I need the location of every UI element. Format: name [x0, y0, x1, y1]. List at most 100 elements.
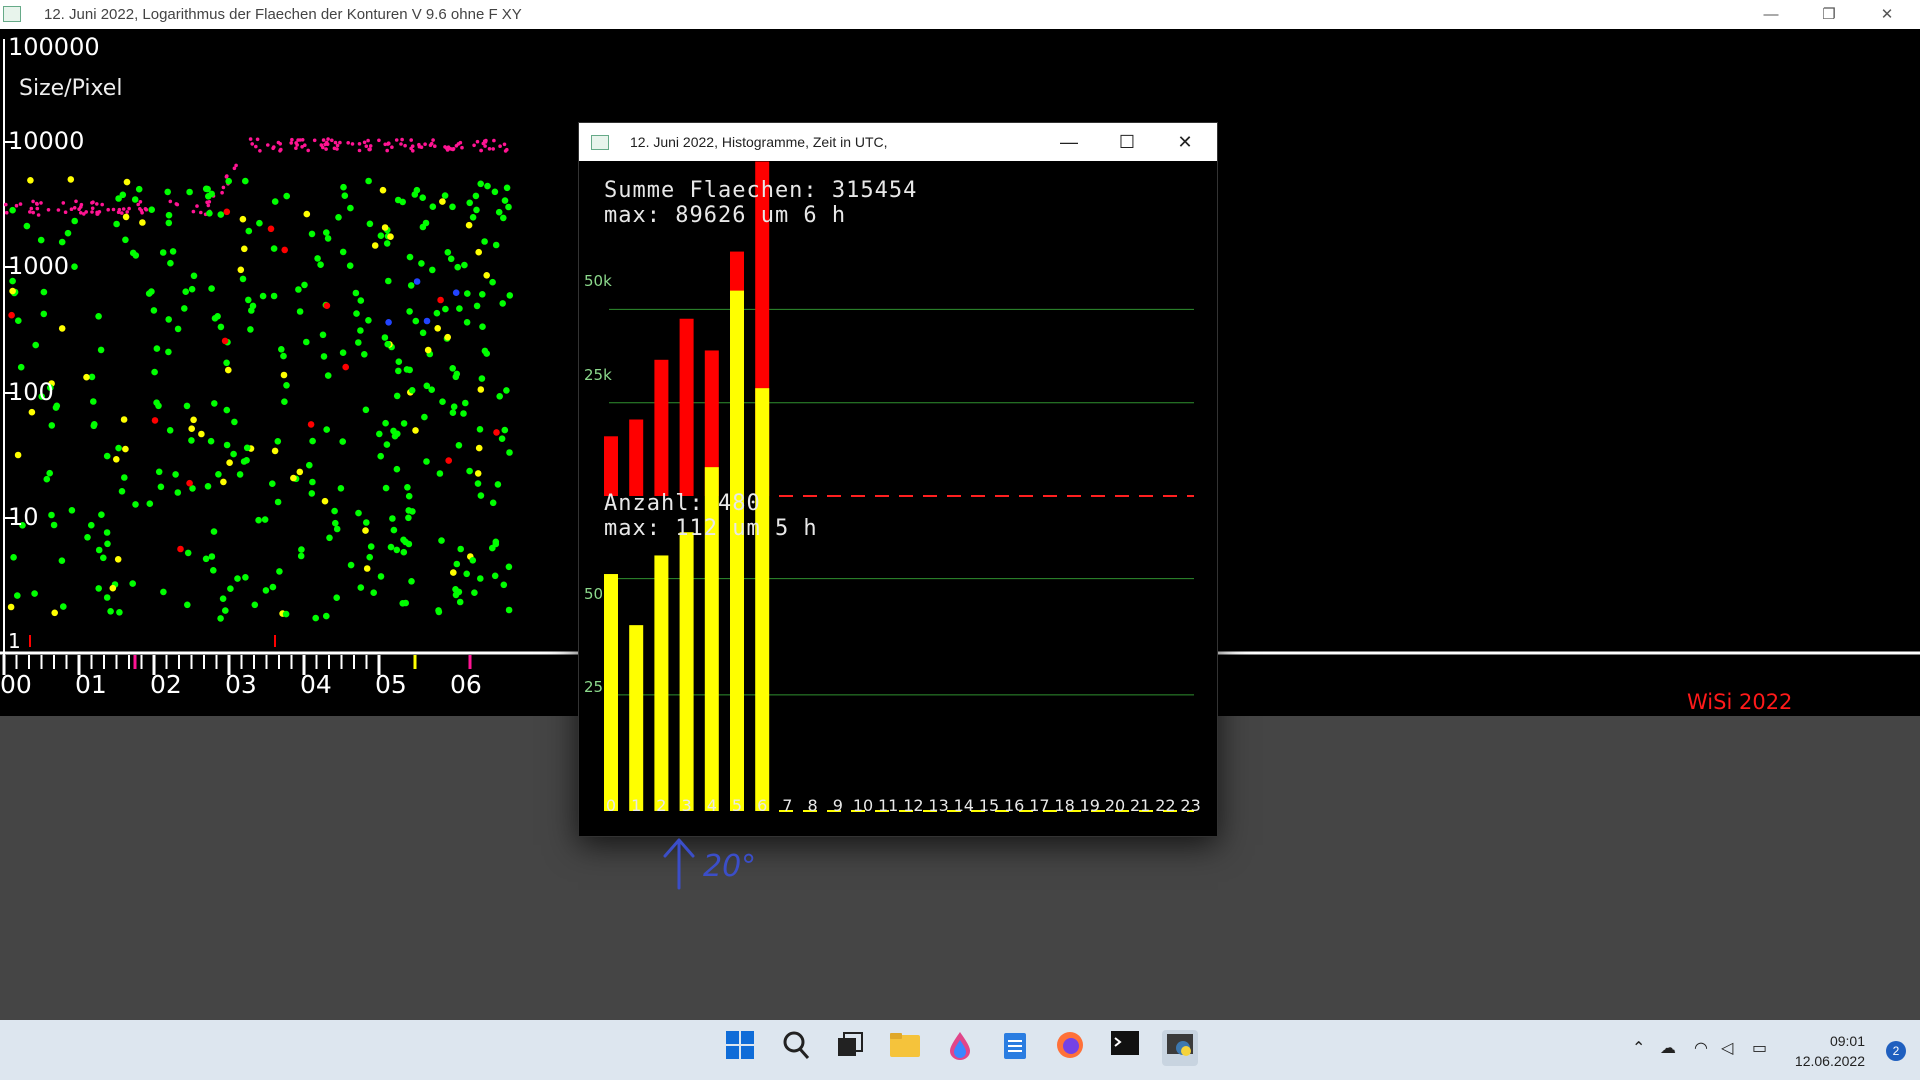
wifi-icon[interactable]: ◠ [1694, 1038, 1708, 1057]
scatter-point [501, 426, 509, 434]
scatter-point [37, 236, 45, 244]
scatter-point [456, 598, 464, 606]
file-explorer-icon[interactable] [887, 1030, 923, 1066]
scatter-point [433, 309, 441, 317]
area-bar [654, 359, 669, 496]
scatter-point [195, 204, 199, 208]
scatter-point [7, 603, 15, 611]
scatter-point [139, 219, 146, 226]
hour-label: 16 [1004, 796, 1025, 815]
scatter-point [114, 556, 122, 563]
scatter-point [151, 368, 158, 376]
task-view-icon[interactable] [832, 1030, 868, 1066]
scatter-point [452, 586, 459, 593]
scatter-point [460, 145, 464, 150]
scatter-point [473, 206, 480, 214]
scatter-point [157, 483, 165, 491]
scatter-point [69, 207, 74, 211]
histogram-maximize-button[interactable]: ☐ [1098, 123, 1156, 161]
scatter-point [324, 147, 328, 151]
scatter-point [323, 612, 330, 620]
scatter-point [290, 137, 294, 142]
scatter-point [282, 610, 290, 618]
scatter-point [454, 144, 459, 148]
area-bar [629, 419, 644, 496]
hour-label: 3 [681, 796, 692, 815]
scatter-point [84, 210, 88, 214]
scatter-point [138, 207, 142, 211]
scatter-point [472, 192, 480, 200]
app-icon [3, 6, 21, 22]
scatter-point [403, 366, 411, 373]
restore-button[interactable]: ❐ [1806, 0, 1852, 29]
scatter-point [460, 410, 467, 417]
onedrive-icon[interactable]: ☁ [1660, 1038, 1676, 1057]
tray-overflow-icon[interactable]: ⌃ [1632, 1038, 1645, 1057]
scatter-point [399, 198, 407, 206]
volume-icon[interactable]: ◁ [1721, 1038, 1733, 1057]
scatter-point [242, 574, 249, 581]
scatter-point [361, 351, 368, 358]
battery-icon[interactable]: ▭ [1752, 1038, 1767, 1057]
scatter-point [444, 146, 449, 150]
terminal-icon[interactable] [1107, 1030, 1143, 1066]
scatter-point [4, 202, 8, 207]
scatter-point [165, 211, 173, 219]
scatter-point [144, 207, 149, 212]
histogram-minimize-button[interactable]: — [1040, 123, 1098, 161]
scatter-point [278, 142, 283, 146]
histogram-close-button[interactable]: ✕ [1156, 123, 1214, 161]
scatter-point [366, 553, 374, 561]
scatter-point [500, 214, 507, 222]
scatter-point [95, 546, 103, 554]
scatter-point [357, 148, 362, 153]
python-app-icon[interactable] [1162, 1030, 1198, 1066]
scatter-point [96, 212, 100, 216]
scatter-point [100, 202, 104, 207]
minimize-button[interactable]: — [1748, 0, 1794, 29]
scatter-point [340, 183, 347, 191]
paint-icon[interactable] [942, 1030, 978, 1066]
windows-start-icon[interactable] [722, 1030, 758, 1066]
grid-label-50: 50 [584, 585, 604, 603]
scatter-point [385, 277, 392, 285]
scatter-point [499, 300, 507, 307]
scatter-point [120, 416, 128, 423]
scatter-point [95, 585, 102, 592]
x-label-05: 05 [375, 670, 407, 699]
scatter-point [331, 507, 338, 515]
scatter-point [248, 137, 253, 141]
histogram-titlebar[interactable]: 12. Juni 2022, Histogramme, Zeit in UTC,… [579, 123, 1217, 161]
notification-badge[interactable]: 2 [1886, 1041, 1906, 1061]
hour-label: 12 [903, 796, 924, 815]
scatter-point [421, 413, 428, 421]
scatter-point [456, 305, 463, 312]
scatter-point [220, 190, 224, 195]
histogram-window-title: 12. Juni 2022, Histogramme, Zeit in UTC, [630, 134, 888, 150]
system-clock[interactable]: 09:01 12.06.2022 [1795, 1031, 1865, 1071]
firefox-icon[interactable] [1052, 1030, 1088, 1066]
x-label-02: 02 [150, 670, 182, 699]
scatter-point [103, 529, 111, 536]
scatter-point [165, 348, 172, 356]
scatter-point [217, 323, 225, 331]
histogram-window[interactable]: 12. Juni 2022, Histogramme, Zeit in UTC,… [578, 122, 1218, 837]
scatter-point [370, 589, 378, 596]
scatter-point [118, 488, 126, 495]
hour-label: 18 [1054, 796, 1075, 815]
scatter-point [363, 565, 371, 572]
scatter-point [451, 147, 456, 151]
scatter-point [13, 592, 21, 599]
close-button[interactable]: ✕ [1864, 0, 1910, 29]
scatter-point [477, 492, 485, 499]
credit-label: WiSi 2022 [1687, 690, 1793, 714]
scatter-point [88, 521, 95, 529]
scatter-point [239, 275, 247, 283]
scatter-point [294, 146, 298, 150]
notepad-icon[interactable] [997, 1030, 1033, 1066]
count-bar [629, 625, 644, 811]
scatter-point [450, 569, 457, 576]
search-icon[interactable] [778, 1030, 814, 1066]
scatter-point [63, 210, 68, 214]
scatter-point [469, 214, 477, 221]
